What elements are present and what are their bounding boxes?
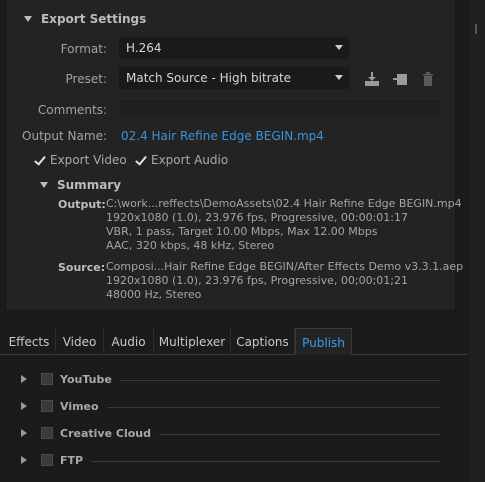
trash-icon[interactable] <box>420 71 436 87</box>
publish-item-label: YouTube <box>60 372 112 386</box>
chevron-down-icon <box>335 45 343 50</box>
preset-dropdown[interactable]: Match Source - High bitrate <box>119 67 349 89</box>
comments-field[interactable] <box>119 99 441 118</box>
export-video-checkbox[interactable]: Export Video <box>34 153 127 167</box>
publish-item-ftp[interactable]: FTP <box>21 451 440 469</box>
publish-item-label: Vimeo <box>60 399 99 413</box>
vimeo-checkbox[interactable] <box>41 400 53 412</box>
summary-source-label: Source: <box>58 261 106 274</box>
tab-video[interactable]: Video <box>56 328 104 355</box>
tab-effects[interactable]: Effects <box>3 328 56 355</box>
summary-output-details: C:\work...reffects\DemoAssets\02.4 Hair … <box>106 197 462 253</box>
right-panel-strip <box>468 0 485 482</box>
preset-value: Match Source - High bitrate <box>126 71 292 85</box>
expand-triangle-icon[interactable] <box>21 456 27 464</box>
format-label: Format: <box>60 42 107 56</box>
summary-source-line: 1920x1080 (1.0), 23.976 fps, Progressive… <box>106 274 409 287</box>
collapse-triangle-icon[interactable] <box>24 16 32 22</box>
publish-item-label: FTP <box>60 453 84 467</box>
expand-triangle-icon[interactable] <box>21 375 27 383</box>
summary-title: Summary <box>57 178 122 192</box>
publish-item-vimeo[interactable]: Vimeo <box>21 397 440 415</box>
checkmark-icon <box>34 155 45 166</box>
preset-label: Preset: <box>65 72 107 86</box>
youtube-checkbox[interactable] <box>41 373 53 385</box>
export-video-label: Export Video <box>50 153 127 167</box>
publish-item-youtube[interactable]: YouTube <box>21 370 440 388</box>
collapse-triangle-icon[interactable] <box>40 182 48 188</box>
save-preset-icon[interactable] <box>364 71 380 87</box>
summary-source-details: Composi...Hair Refine Edge BEGIN/After E… <box>106 260 463 302</box>
summary-source-line: Composi...Hair Refine Edge BEGIN/After E… <box>106 260 464 273</box>
comments-label: Comments: <box>37 103 107 117</box>
summary-output-line: VBR, 1 pass, Target 10.00 Mbps, Max 12.0… <box>106 225 378 238</box>
chevron-down-icon <box>335 75 343 80</box>
expand-triangle-icon[interactable] <box>21 429 27 437</box>
format-value: H.264 <box>126 41 162 55</box>
divider <box>158 433 440 435</box>
checkmark-icon <box>135 155 146 166</box>
creative-cloud-checkbox[interactable] <box>41 427 53 439</box>
export-settings-header[interactable]: Export Settings <box>24 12 146 26</box>
summary-output-line: AAC, 320 kbps, 48 kHz, Stereo <box>106 239 275 252</box>
expand-triangle-icon[interactable] <box>21 402 27 410</box>
summary-source-line: 48000 Hz, Stereo <box>106 288 202 301</box>
publish-item-label: Creative Cloud <box>60 426 151 440</box>
ftp-checkbox[interactable] <box>41 454 53 466</box>
tab-publish[interactable]: Publish <box>295 328 352 355</box>
summary-output-label: Output: <box>58 198 106 211</box>
tab-captions[interactable]: Captions <box>231 328 295 355</box>
import-preset-icon[interactable] <box>392 71 408 87</box>
divider <box>106 406 440 408</box>
export-audio-label: Export Audio <box>151 153 229 167</box>
export-audio-checkbox[interactable]: Export Audio <box>135 153 228 167</box>
summary-output-line: C:\work...reffects\DemoAssets\02.4 Hair … <box>106 197 462 210</box>
export-settings-title: Export Settings <box>41 12 147 26</box>
tab-multiplexer[interactable]: Multiplexer <box>154 328 231 355</box>
publish-item-creative-cloud[interactable]: Creative Cloud <box>21 424 440 442</box>
divider <box>119 379 440 381</box>
format-dropdown[interactable]: H.264 <box>119 37 349 59</box>
settings-tab-bar: Effects Video Audio Multiplexer Captions… <box>0 328 468 355</box>
tab-audio[interactable]: Audio <box>104 328 154 355</box>
summary-output-line: 1920x1080 (1.0), 23.976 fps, Progressive… <box>106 211 409 224</box>
divider <box>91 460 440 462</box>
output-name-label: Output Name: <box>22 129 107 143</box>
summary-header[interactable]: Summary <box>40 178 121 192</box>
output-name-link[interactable]: 02.4 Hair Refine Edge BEGIN.mp4 <box>121 129 324 143</box>
